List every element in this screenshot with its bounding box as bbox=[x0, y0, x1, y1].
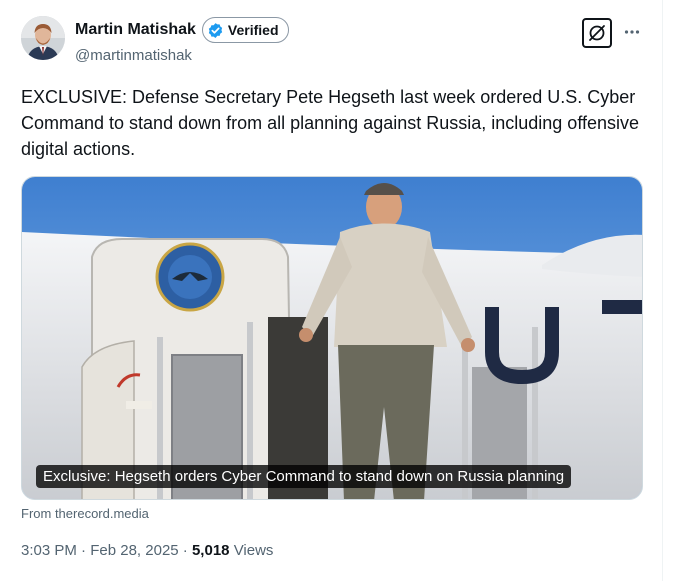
verified-label: Verified bbox=[227, 22, 279, 38]
link-source[interactable]: From therecord.media bbox=[21, 506, 149, 521]
views-label: Views bbox=[233, 542, 274, 559]
author-display-name[interactable]: Martin Matishak bbox=[75, 21, 196, 39]
avatar[interactable] bbox=[21, 16, 65, 60]
views-count: 5,018 bbox=[191, 542, 230, 559]
article-photo bbox=[22, 177, 642, 499]
author-handle[interactable]: @martinmatishak bbox=[75, 47, 192, 64]
author-name-row: Martin Matishak Verified bbox=[75, 17, 289, 43]
tweet-date[interactable]: Feb 28, 2025 bbox=[90, 542, 178, 559]
meta-separator: · bbox=[182, 542, 188, 559]
tweet-text: EXCLUSIVE: Defense Secretary Pete Hegset… bbox=[21, 87, 640, 159]
verified-badge[interactable]: Verified bbox=[201, 17, 289, 43]
more-options-icon[interactable] bbox=[624, 22, 640, 36]
slashed-circle-logo-icon[interactable] bbox=[582, 18, 612, 48]
tweet-time[interactable]: 3:03 PM bbox=[21, 542, 77, 559]
meta-separator: · bbox=[81, 542, 87, 559]
media-caption: Exclusive: Hegseth orders Cyber Command … bbox=[36, 465, 572, 488]
tweet-meta: 3:03 PM · Feb 28, 2025 · 5,018 Views bbox=[21, 542, 273, 559]
tweet-card: Martin Matishak Verified @martinmatishak… bbox=[0, 0, 663, 581]
link-card-image[interactable]: Exclusive: Hegseth orders Cyber Command … bbox=[21, 176, 643, 500]
verified-badge-icon bbox=[208, 22, 223, 38]
